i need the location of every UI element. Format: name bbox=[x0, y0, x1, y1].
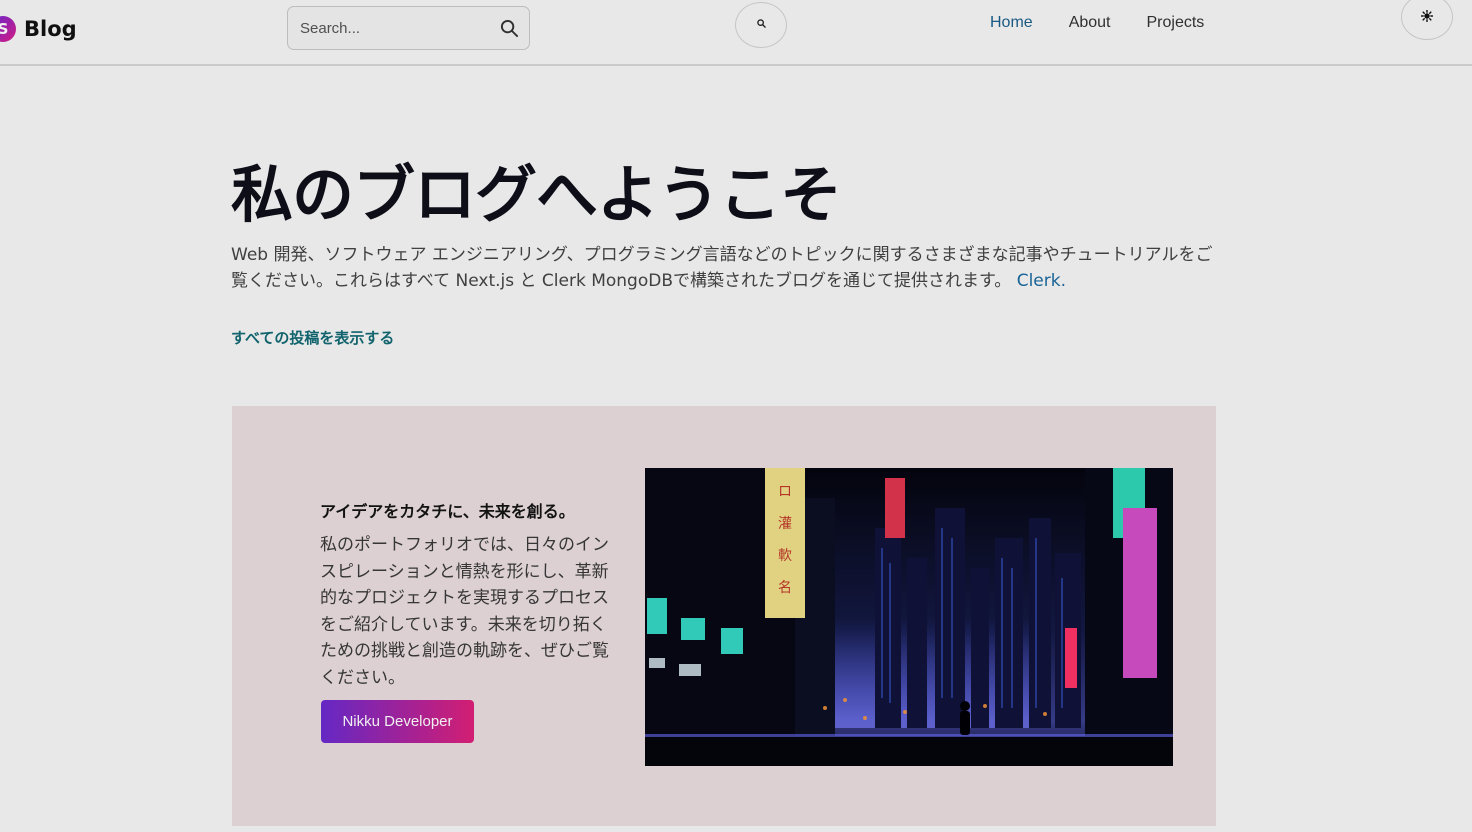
svg-text:灌: 灌 bbox=[778, 516, 792, 532]
hero-description: Web 開発、ソフトウェア エンジニアリング、プログラミング言語などのトピックに… bbox=[231, 242, 1221, 294]
sun-icon bbox=[1420, 9, 1434, 25]
promo-card: アイデアをカタチに、未来を創る。 私のポートフォリオでは、日々のインスピレーショ… bbox=[232, 406, 1216, 826]
page-title: 私のブログへようこそ bbox=[231, 158, 842, 231]
main-nav: Home About Projects bbox=[990, 14, 1204, 32]
search-icon bbox=[756, 19, 766, 31]
promo-heading: アイデアをカタチに、未来を創る。 bbox=[320, 502, 575, 521]
svg-text:名: 名 bbox=[778, 580, 792, 596]
logo-badge: S bbox=[0, 16, 16, 42]
site-logo[interactable]: S Blog bbox=[0, 12, 77, 46]
svg-text:ロ: ロ bbox=[778, 484, 792, 500]
clerk-link[interactable]: Clerk. bbox=[1017, 271, 1066, 291]
header-search bbox=[287, 6, 530, 50]
logo-text: Blog bbox=[24, 17, 77, 41]
search-input[interactable] bbox=[300, 19, 499, 37]
search-icon[interactable] bbox=[499, 18, 519, 38]
promo-body: 私のポートフォリオでは、日々のインスピレーションと情熱を形にし、革新的なプロジェ… bbox=[320, 535, 609, 688]
mobile-search-button[interactable] bbox=[735, 2, 787, 48]
neon-city-image: ロ 灌 軟 名 bbox=[645, 468, 1173, 766]
neon-city-illustration: ロ 灌 軟 名 bbox=[645, 468, 1173, 766]
svg-text:軟: 軟 bbox=[778, 548, 792, 564]
theme-toggle-button[interactable] bbox=[1401, 0, 1453, 40]
nav-about-link[interactable]: About bbox=[1069, 14, 1111, 32]
portfolio-button[interactable]: Nikku Developer bbox=[321, 700, 474, 743]
nav-projects-link[interactable]: Projects bbox=[1147, 14, 1205, 32]
view-all-posts-link[interactable]: すべての投稿を表示する bbox=[231, 327, 394, 348]
nav-home-link[interactable]: Home bbox=[990, 14, 1033, 32]
site-header: S Blog Home About Projects bbox=[0, 0, 1472, 66]
